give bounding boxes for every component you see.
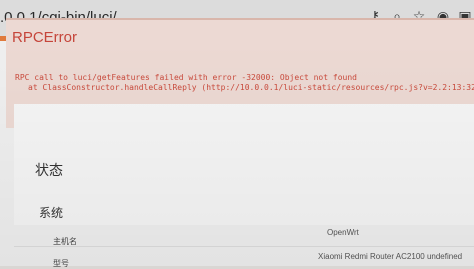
error-message: RPC call to luci/getFeatures failed with… — [15, 73, 357, 82]
page-title: 状态 — [35, 163, 63, 179]
status-section — [14, 104, 474, 225]
error-title: RPCError — [12, 29, 78, 46]
system-heading: 系统 — [39, 206, 64, 220]
table-divider — [14, 246, 474, 247]
model-value: Xiaomi Redmi Router AC2100 undefined — [318, 252, 463, 261]
hostname-value: OpenWrt — [327, 228, 359, 237]
error-stack[interactable]: at ClassConstructor.handleCallReply (htt… — [28, 83, 474, 92]
model-label: 型号 — [53, 259, 69, 268]
